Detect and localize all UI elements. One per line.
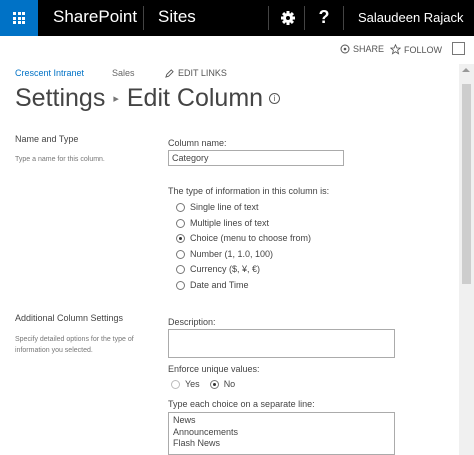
radio-button[interactable] bbox=[176, 202, 185, 212]
help-button[interactable]: ? bbox=[312, 5, 336, 29]
radio-button[interactable] bbox=[176, 249, 185, 259]
share-button[interactable]: SHARE bbox=[340, 44, 384, 54]
share-icon bbox=[340, 44, 350, 54]
app-launcher-button[interactable] bbox=[0, 0, 38, 36]
follow-button[interactable]: FOLLOW bbox=[390, 44, 442, 55]
breadcrumb-arrow-icon: ▸ bbox=[113, 93, 119, 105]
unique-no-option[interactable]: No bbox=[209, 379, 236, 389]
sharepoint-brand[interactable]: SharePoint bbox=[53, 7, 137, 27]
choice-line: Announcements bbox=[173, 426, 239, 437]
user-menu[interactable]: Salaudeen Rajack bbox=[358, 10, 464, 25]
sites-link[interactable]: Sites bbox=[158, 7, 196, 27]
type-option-date-time[interactable]: Date and Time bbox=[176, 280, 249, 290]
enforce-unique-options: Yes No bbox=[171, 379, 235, 389]
type-option-multiple-lines[interactable]: Multiple lines of text bbox=[176, 218, 269, 228]
additional-settings-description: Specify detailed options for the type of… bbox=[15, 336, 134, 354]
choices-label: Type each choice on a separate line: bbox=[168, 399, 315, 409]
focus-on-content-button[interactable] bbox=[452, 42, 465, 55]
unique-no-label: No bbox=[223, 379, 236, 389]
edit-links-button[interactable]: EDIT LINKS bbox=[165, 68, 227, 78]
nav-link-sales[interactable]: Sales bbox=[112, 68, 135, 78]
description-textarea[interactable] bbox=[168, 329, 395, 358]
follow-label: FOLLOW bbox=[404, 44, 443, 55]
type-option-label: Number (1, 1.0, 100) bbox=[190, 249, 274, 259]
additional-settings-heading: Additional Column Settings bbox=[15, 313, 124, 323]
follow-star-icon bbox=[390, 44, 401, 55]
pencil-icon bbox=[165, 68, 174, 78]
type-option-currency[interactable]: Currency ($, ¥, €) bbox=[176, 264, 260, 274]
enforce-unique-label: Enforce unique values: bbox=[168, 364, 260, 374]
scroll-up-arrow-icon[interactable] bbox=[462, 68, 470, 72]
page-title-text: Edit Column bbox=[126, 84, 264, 112]
nav-link-crescent-intranet[interactable]: Crescent Intranet bbox=[15, 68, 84, 78]
unique-yes-option[interactable]: Yes bbox=[171, 379, 200, 389]
type-option-label: Multiple lines of text bbox=[190, 218, 270, 228]
radio-button[interactable] bbox=[176, 218, 185, 228]
radio-button[interactable] bbox=[176, 280, 185, 290]
suite-bar: SharePoint Sites ? Salaudeen Rajack bbox=[0, 0, 474, 36]
unique-yes-label: Yes bbox=[185, 379, 200, 389]
edit-links-label: EDIT LINKS bbox=[178, 68, 227, 78]
type-option-label: Date and Time bbox=[190, 280, 249, 290]
choice-line: News bbox=[173, 415, 196, 425]
type-option-label: Single line of text bbox=[190, 202, 259, 212]
type-option-single-line[interactable]: Single line of text bbox=[176, 202, 259, 212]
divider bbox=[304, 6, 305, 30]
column-name-input[interactable] bbox=[168, 150, 344, 166]
radio-button[interactable] bbox=[171, 379, 180, 389]
type-option-number[interactable]: Number (1, 1.0, 100) bbox=[176, 249, 273, 259]
type-option-label: Choice (menu to choose from) bbox=[190, 233, 312, 243]
description-label: Description: bbox=[168, 317, 216, 327]
help-icon: ? bbox=[318, 7, 330, 27]
page-title: Settings ▸ Edit Column i bbox=[15, 84, 281, 113]
breadcrumb-settings[interactable]: Settings bbox=[15, 84, 105, 113]
divider bbox=[268, 6, 269, 30]
column-name-label: Column name: bbox=[168, 138, 227, 148]
share-label: SHARE bbox=[353, 44, 385, 54]
name-type-description: Type a name for this column. bbox=[15, 156, 105, 163]
radio-button-selected[interactable] bbox=[209, 379, 219, 389]
type-option-choice[interactable]: Choice (menu to choose from) bbox=[176, 233, 311, 243]
name-type-heading: Name and Type bbox=[15, 134, 79, 144]
radio-button-selected[interactable] bbox=[176, 233, 185, 243]
action-bar: SHARE FOLLOW bbox=[0, 36, 474, 64]
choices-textarea[interactable]: News Announcements Flash News bbox=[168, 412, 395, 455]
gear-icon bbox=[281, 11, 295, 25]
info-icon[interactable]: i bbox=[269, 93, 281, 104]
settings-button[interactable] bbox=[276, 6, 300, 30]
type-label: The type of information in this column i… bbox=[168, 186, 330, 196]
type-option-label: Currency ($, ¥, €) bbox=[190, 264, 261, 274]
radio-button[interactable] bbox=[176, 264, 185, 274]
scroll-thumb[interactable] bbox=[462, 84, 471, 284]
choice-line: Flash News bbox=[173, 438, 221, 448]
app-launcher-icon bbox=[13, 12, 25, 24]
divider bbox=[143, 6, 144, 30]
divider bbox=[343, 6, 344, 30]
vertical-scrollbar[interactable] bbox=[459, 64, 474, 455]
